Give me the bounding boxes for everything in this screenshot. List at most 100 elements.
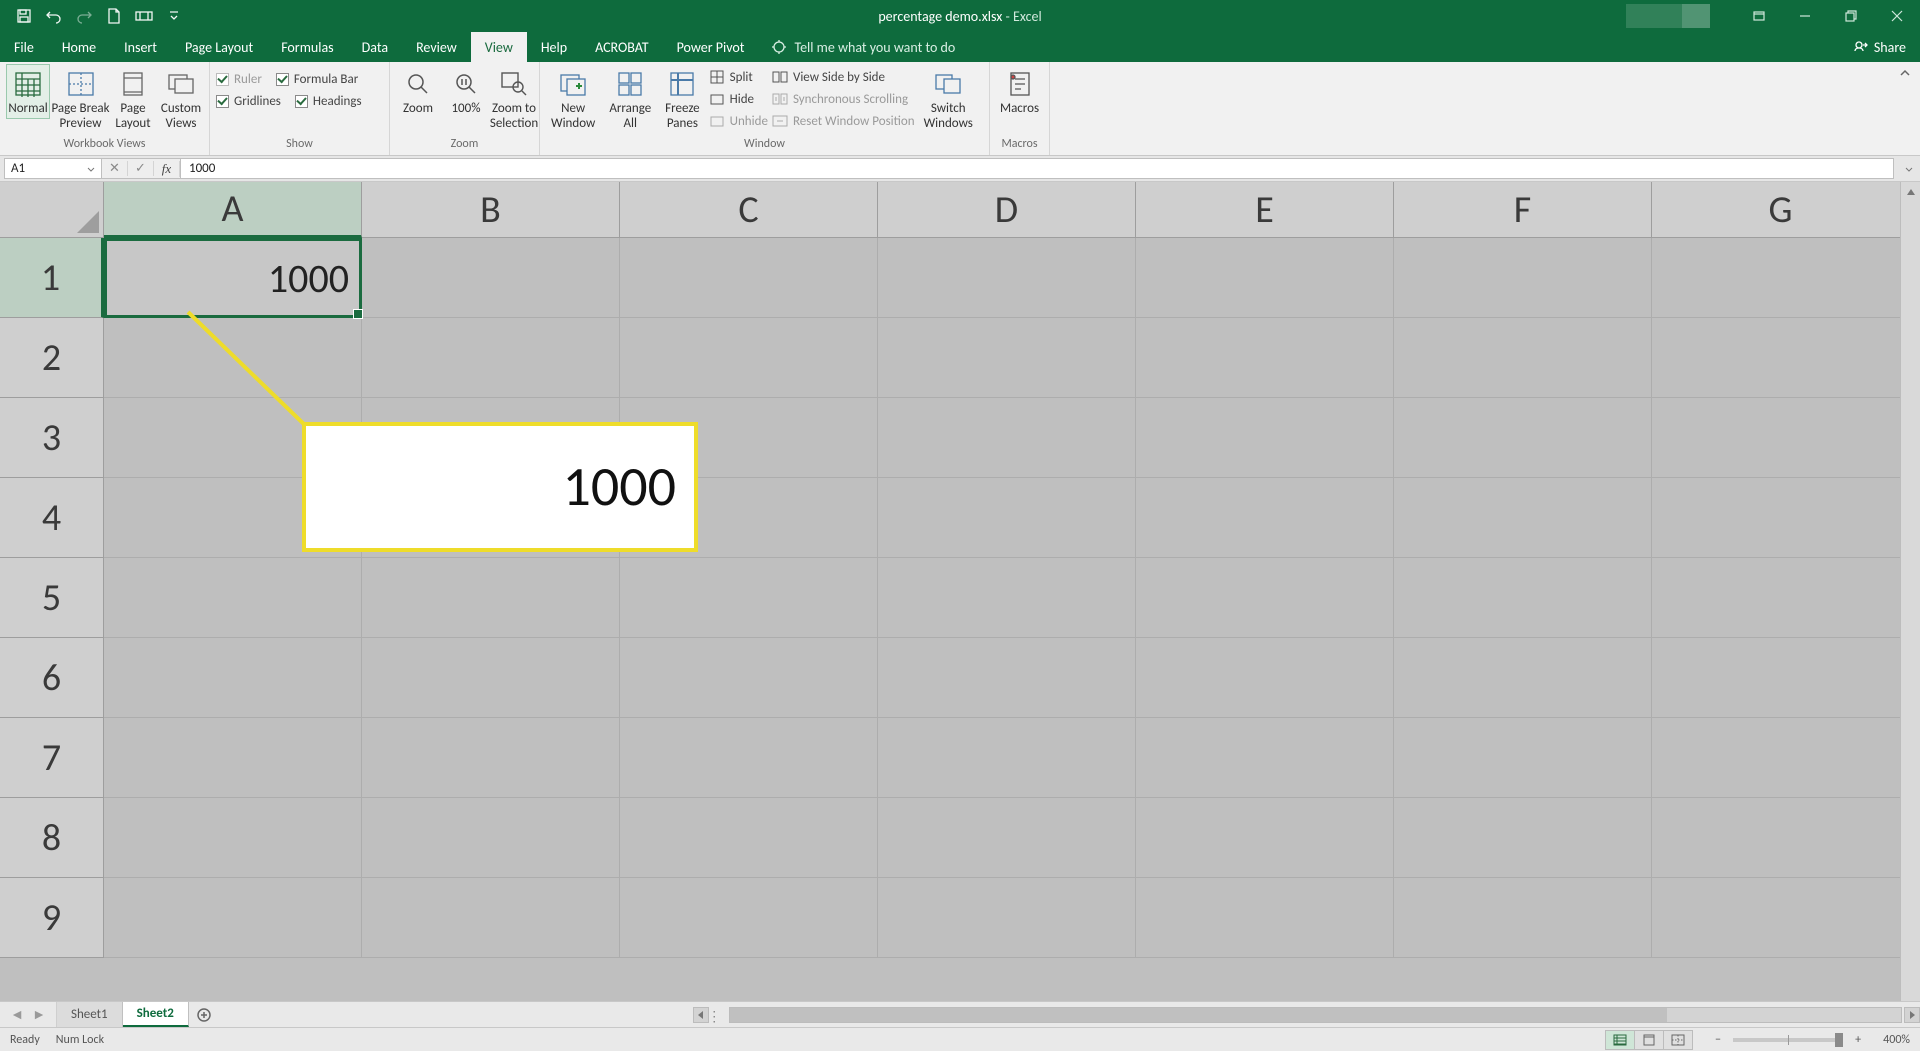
tell-me[interactable]: Tell me what you want to do bbox=[771, 32, 956, 62]
view-normal-icon[interactable] bbox=[1605, 1030, 1635, 1050]
formula-bar-checkbox[interactable]: Formula Bar bbox=[276, 68, 358, 90]
cell-D3[interactable] bbox=[878, 398, 1136, 478]
split-button[interactable]: Split bbox=[709, 66, 768, 88]
new-file-icon[interactable] bbox=[104, 6, 124, 26]
account-box[interactable] bbox=[1626, 4, 1710, 28]
close-icon[interactable] bbox=[1874, 0, 1920, 32]
scroll-left-icon[interactable] bbox=[693, 1007, 709, 1023]
cell-D7[interactable] bbox=[878, 718, 1136, 798]
cell-E9[interactable] bbox=[1136, 878, 1394, 958]
cell-F8[interactable] bbox=[1394, 798, 1652, 878]
cell-G1[interactable] bbox=[1652, 238, 1910, 318]
add-sheet-button[interactable] bbox=[189, 1002, 219, 1027]
switch-windows-button[interactable]: Switch Windows bbox=[919, 64, 978, 134]
tab-page-layout[interactable]: Page Layout bbox=[171, 32, 267, 62]
tab-home[interactable]: Home bbox=[48, 32, 110, 62]
row-header[interactable]: 7 bbox=[0, 718, 104, 798]
cell-D2[interactable] bbox=[878, 318, 1136, 398]
undo-icon[interactable] bbox=[44, 6, 64, 26]
column-header[interactable]: C bbox=[620, 182, 878, 238]
zoom-slider[interactable]: − + bbox=[1709, 1031, 1867, 1049]
row-header[interactable]: 8 bbox=[0, 798, 104, 878]
zoom-button[interactable]: Zoom bbox=[396, 64, 440, 119]
scroll-right-icon[interactable] bbox=[1904, 1007, 1920, 1023]
row-header[interactable]: 1 bbox=[0, 238, 104, 318]
cell-C5[interactable] bbox=[620, 558, 878, 638]
tab-acrobat[interactable]: ACROBAT bbox=[581, 32, 663, 62]
macros-button[interactable]: Macros bbox=[996, 64, 1043, 119]
formula-input[interactable]: 1000 bbox=[181, 158, 1894, 179]
cell-F1[interactable] bbox=[1394, 238, 1652, 318]
minimize-icon[interactable] bbox=[1782, 0, 1828, 32]
zoom-track[interactable] bbox=[1733, 1038, 1843, 1042]
cell-G8[interactable] bbox=[1652, 798, 1910, 878]
scroll-up-icon[interactable] bbox=[1901, 182, 1920, 202]
cell-B9[interactable] bbox=[362, 878, 620, 958]
cell-C6[interactable] bbox=[620, 638, 878, 718]
view-page-layout-icon[interactable] bbox=[1634, 1030, 1664, 1050]
save-icon[interactable] bbox=[14, 6, 34, 26]
touch-mode-icon[interactable] bbox=[134, 6, 154, 26]
cell-F4[interactable] bbox=[1394, 478, 1652, 558]
cell-D1[interactable] bbox=[878, 238, 1136, 318]
hide-button[interactable]: Hide bbox=[709, 88, 768, 110]
column-header[interactable]: E bbox=[1136, 182, 1394, 238]
sheet-prev-icon[interactable]: ◄ bbox=[8, 1006, 26, 1024]
cell-D4[interactable] bbox=[878, 478, 1136, 558]
page-break-button[interactable]: Page Break Preview bbox=[54, 64, 107, 134]
cell-B2[interactable] bbox=[362, 318, 620, 398]
cell-E8[interactable] bbox=[1136, 798, 1394, 878]
tab-data[interactable]: Data bbox=[348, 32, 402, 62]
side-by-side-button[interactable]: View Side by Side bbox=[772, 66, 915, 88]
zoom-in-icon[interactable]: + bbox=[1849, 1031, 1867, 1049]
column-header[interactable]: G bbox=[1652, 182, 1910, 238]
cell-C9[interactable] bbox=[620, 878, 878, 958]
vertical-scrollbar[interactable] bbox=[1900, 182, 1920, 1001]
share-button[interactable]: Share bbox=[1854, 32, 1906, 62]
sheet-next-icon[interactable]: ► bbox=[30, 1006, 48, 1024]
cell-F3[interactable] bbox=[1394, 398, 1652, 478]
tab-review[interactable]: Review bbox=[402, 32, 471, 62]
cell-E5[interactable] bbox=[1136, 558, 1394, 638]
ribbon-display-options-icon[interactable] bbox=[1736, 0, 1782, 32]
cell-G6[interactable] bbox=[1652, 638, 1910, 718]
cell-F6[interactable] bbox=[1394, 638, 1652, 718]
cell-A7[interactable] bbox=[104, 718, 362, 798]
headings-checkbox[interactable]: Headings bbox=[295, 90, 362, 112]
cell-G7[interactable] bbox=[1652, 718, 1910, 798]
cell-G3[interactable] bbox=[1652, 398, 1910, 478]
view-page-break-icon[interactable] bbox=[1663, 1030, 1693, 1050]
column-header[interactable]: A bbox=[104, 182, 362, 238]
cell-C2[interactable] bbox=[620, 318, 878, 398]
cell-E7[interactable] bbox=[1136, 718, 1394, 798]
cell-B8[interactable] bbox=[362, 798, 620, 878]
column-header[interactable]: D bbox=[878, 182, 1136, 238]
cell-G5[interactable] bbox=[1652, 558, 1910, 638]
row-header[interactable]: 9 bbox=[0, 878, 104, 958]
name-box-dropdown-icon[interactable] bbox=[84, 162, 98, 176]
expand-formula-bar-icon[interactable] bbox=[1898, 156, 1920, 181]
cell-F7[interactable] bbox=[1394, 718, 1652, 798]
cell-F2[interactable] bbox=[1394, 318, 1652, 398]
column-header[interactable]: B bbox=[362, 182, 620, 238]
cell-C7[interactable] bbox=[620, 718, 878, 798]
cell-D5[interactable] bbox=[878, 558, 1136, 638]
page-layout-button[interactable]: Page Layout bbox=[111, 64, 155, 134]
qat-customize-icon[interactable] bbox=[164, 6, 184, 26]
cell-E1[interactable] bbox=[1136, 238, 1394, 318]
tab-view[interactable]: View bbox=[471, 32, 527, 62]
cell-G2[interactable] bbox=[1652, 318, 1910, 398]
cell-B6[interactable] bbox=[362, 638, 620, 718]
row-header[interactable]: 4 bbox=[0, 478, 104, 558]
cell-B7[interactable] bbox=[362, 718, 620, 798]
enter-formula-icon[interactable]: ✓ bbox=[128, 161, 154, 176]
cell-E3[interactable] bbox=[1136, 398, 1394, 478]
cell-C1[interactable] bbox=[620, 238, 878, 318]
new-window-button[interactable]: New Window bbox=[546, 64, 600, 134]
sheet-tab-sheet1[interactable]: Sheet1 bbox=[57, 1002, 123, 1027]
collapse-ribbon-icon[interactable] bbox=[1898, 66, 1912, 80]
zoom-selection-button[interactable]: Zoom to Selection bbox=[492, 64, 536, 134]
tab-formulas[interactable]: Formulas bbox=[267, 32, 347, 62]
cell-F9[interactable] bbox=[1394, 878, 1652, 958]
gridlines-checkbox[interactable]: Gridlines bbox=[216, 90, 281, 112]
